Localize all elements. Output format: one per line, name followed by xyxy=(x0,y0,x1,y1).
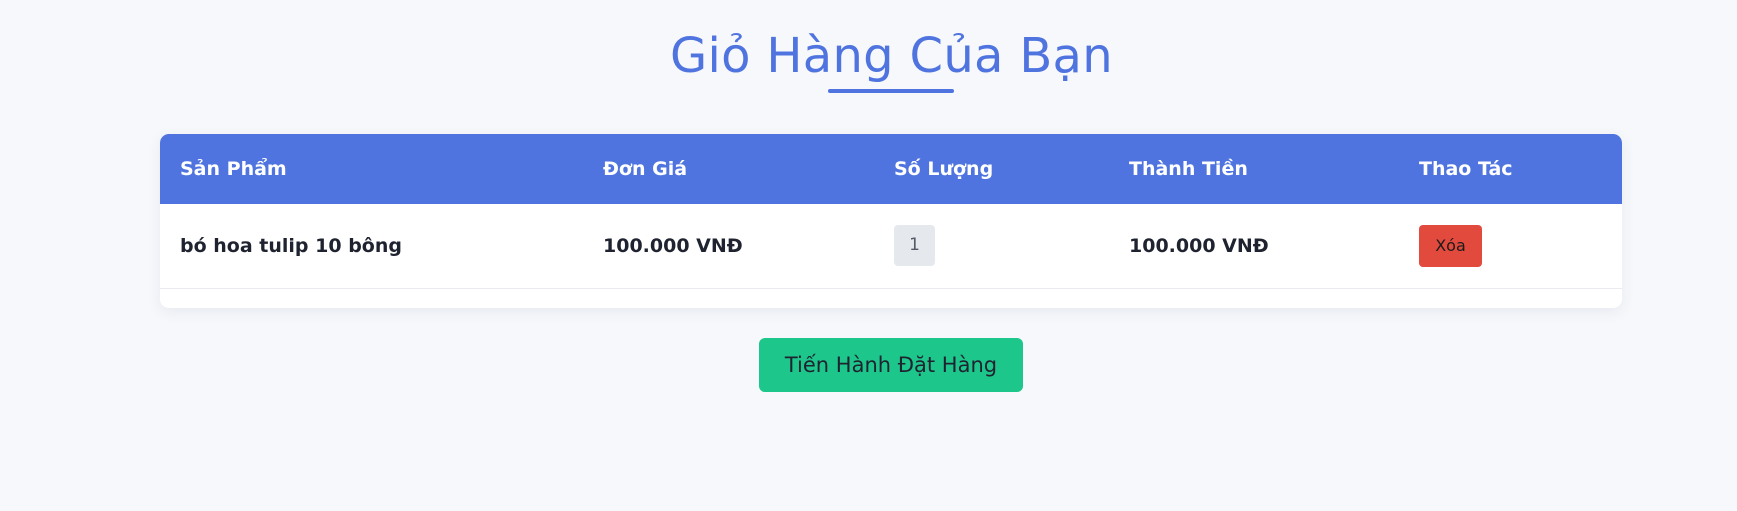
unit-price: 100.000 VNĐ xyxy=(603,235,743,257)
header-product: Sản Phẩm xyxy=(180,158,287,180)
header-quantity: Số Lượng xyxy=(894,158,994,180)
quantity-field[interactable]: 1 xyxy=(894,225,935,266)
subtotal: 100.000 VNĐ xyxy=(1129,235,1269,257)
table-row: bó hoa tulip 10 bông 100.000 VNĐ 1 100.0… xyxy=(160,204,1622,289)
page-title: Giỏ Hàng Của Bạn xyxy=(670,28,1113,84)
product-name: bó hoa tulip 10 bông xyxy=(180,235,402,257)
delete-button[interactable]: Xóa xyxy=(1419,225,1482,267)
header-subtotal: Thành Tiền xyxy=(1129,158,1248,180)
table-header: Sản Phẩm Đơn Giá Số Lượng Thành Tiền Tha… xyxy=(160,134,1622,204)
cart-page: Giỏ Hàng Của Bạn Sản Phẩm Đơn Giá Số Lượ… xyxy=(0,0,1737,511)
title-underline xyxy=(828,89,954,93)
header-actions: Thao Tác xyxy=(1419,158,1513,180)
place-order-button[interactable]: Tiến Hành Đặt Hàng xyxy=(759,338,1023,392)
cart-table: Sản Phẩm Đơn Giá Số Lượng Thành Tiền Tha… xyxy=(160,134,1622,308)
header-unit-price: Đơn Giá xyxy=(603,158,688,180)
